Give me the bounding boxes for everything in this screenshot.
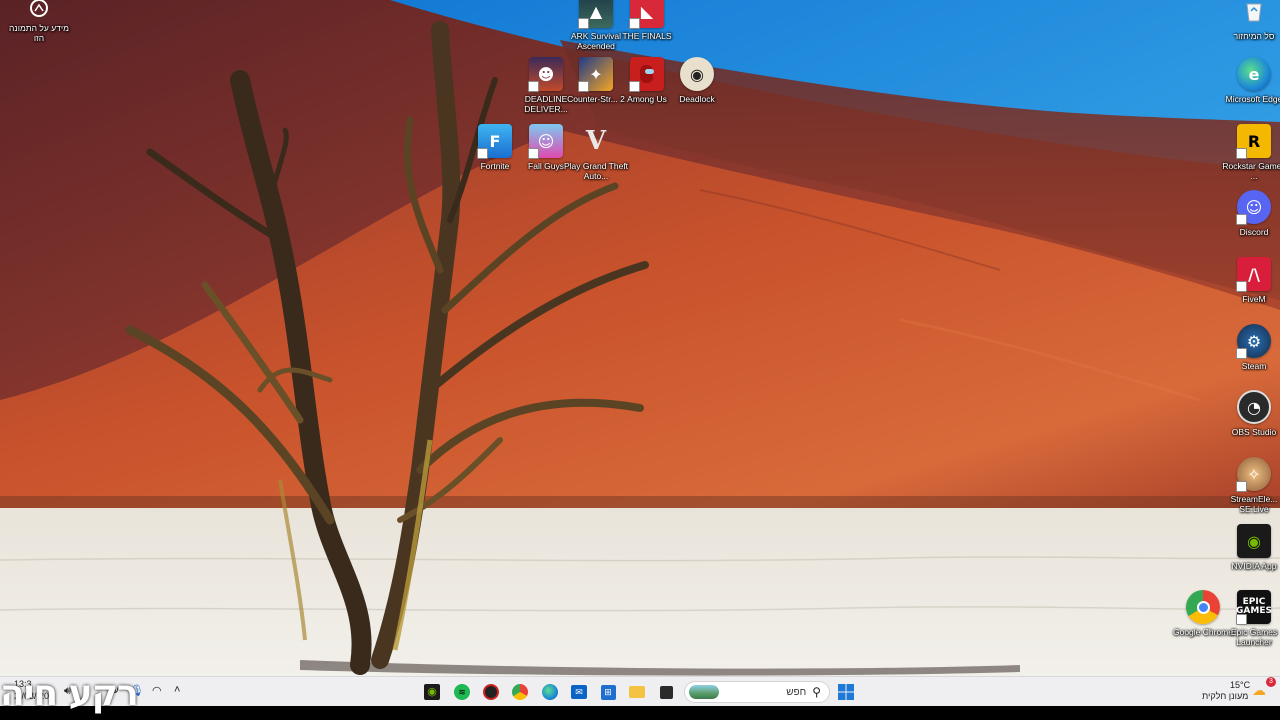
screen-bottom-edge xyxy=(0,706,1280,720)
desktop-icon-obs[interactable]: ◔ OBS Studio xyxy=(1219,390,1280,437)
chrome-icon[interactable] xyxy=(508,680,532,704)
epic-games-icon: EPIC GAMES xyxy=(1236,590,1272,625)
desktop-icon-recycle-bin[interactable]: סל המיחזור xyxy=(1219,0,1280,41)
file-explorer-icon[interactable] xyxy=(625,680,649,704)
nvidia-icon: ◉ xyxy=(1237,524,1271,558)
desktop-icon-label: Microsoft Edge xyxy=(1225,94,1280,104)
streamelements-icon: ✧ xyxy=(1236,457,1271,492)
search-highlight-image xyxy=(689,685,719,699)
desktop-icon-label: FiveM xyxy=(1242,294,1266,304)
network-icon[interactable]: ◠ xyxy=(152,684,162,697)
desktop-icon-steam[interactable]: ⚙ Steam xyxy=(1219,324,1280,371)
desktop-icon-label: NVIDIA App xyxy=(1231,561,1277,571)
desktop-icon-epic[interactable]: EPIC GAMES Epic Games Launcher xyxy=(1219,590,1280,647)
desktop-icon-deadlock[interactable]: ◉ Deadlock xyxy=(662,57,732,104)
chrome-icon xyxy=(1186,590,1220,624)
desktop-icon-the-finals[interactable]: ◣ THE FINALS xyxy=(612,0,682,41)
desktop-icon-label: THE FINALS xyxy=(622,31,672,41)
outlook-icon[interactable]: ✉ xyxy=(567,680,591,704)
the-finals-icon: ◣ xyxy=(629,0,664,29)
store-icon[interactable]: ⊞ xyxy=(596,680,620,704)
rockstar-icon: R xyxy=(1236,124,1271,159)
counter-strike-icon: ✦ xyxy=(578,57,613,92)
among-us-icon xyxy=(629,57,664,92)
weather-icon[interactable]: ☁︎ xyxy=(1252,682,1266,699)
desktop-icon-label: Steam xyxy=(1241,361,1267,371)
steam-icon: ⚙ xyxy=(1236,324,1271,359)
desktop-icon-fivem[interactable]: /\ FiveM xyxy=(1219,257,1280,304)
windows-start-icon[interactable] xyxy=(834,680,858,704)
gta-icon: V xyxy=(585,126,607,156)
desktop-icon-label: Deadlock xyxy=(679,94,715,104)
edge-icon: e xyxy=(1237,57,1271,91)
desktop-icon-about-picture[interactable]: מידע על התמונה הזו xyxy=(4,0,74,43)
terminal-icon[interactable] xyxy=(654,680,678,704)
discord-icon: ☺ xyxy=(1236,190,1271,225)
taskbar: 13:3 2 /03/ 202 🔊︎ עב 🎙︎ ◠ ˄ ◉ ≋ ✉ ⊞ ⚲ ח… xyxy=(0,676,1280,706)
desktop-icon-label: סל המיחזור xyxy=(1233,31,1275,41)
camera-icon xyxy=(26,0,52,20)
desktop-icon-label: Discord xyxy=(1239,227,1269,237)
weather-temp[interactable]: 15°C xyxy=(1230,680,1250,690)
deadline-delivery-icon: ☻ xyxy=(528,57,563,92)
desktop-wallpaper xyxy=(0,0,1280,720)
desktop-icon-nvidia-app[interactable]: ◉ NVIDIA App xyxy=(1219,524,1280,571)
deadlock-icon: ◉ xyxy=(680,57,714,91)
app-icon[interactable] xyxy=(479,680,503,704)
search-box[interactable]: ⚲ חפש xyxy=(684,681,830,703)
recycle-bin-icon xyxy=(1237,0,1271,28)
fortnite-icon: F xyxy=(477,124,512,159)
weather-description[interactable]: מעונן חלקית xyxy=(1202,691,1248,701)
search-icon: ⚲ xyxy=(812,685,821,699)
spotify-icon[interactable]: ≋ xyxy=(450,680,474,704)
desktop-icon-label: Epic Games Launcher xyxy=(1230,627,1278,647)
desktop-icon-edge[interactable]: e Microsoft Edge xyxy=(1219,57,1280,104)
chevron-up-icon[interactable]: ˄ xyxy=(174,684,180,696)
search-placeholder: חפש xyxy=(786,686,807,698)
desktop-icon-label: Rockstar Games ... xyxy=(1222,161,1280,181)
fivem-icon: /\ xyxy=(1236,257,1271,292)
desktop-icon-label: OBS Studio xyxy=(1231,427,1277,437)
notification-badge: 3 xyxy=(1266,677,1276,687)
desktop-icon-label: StreamEle... SE.Live xyxy=(1230,494,1278,514)
desktop-icon-gta[interactable]: V Play Grand Theft Auto... xyxy=(561,124,631,181)
desktop-icon-streamelements[interactable]: ✧ StreamEle... SE.Live xyxy=(1219,457,1280,514)
edge-icon[interactable] xyxy=(538,680,562,704)
wallpaper-image xyxy=(0,0,1280,708)
desktop-icon-label: Play Grand Theft Auto... xyxy=(563,161,629,181)
obs-icon: ◔ xyxy=(1237,390,1271,424)
overlay-label: רקע חיה xyxy=(0,673,139,714)
desktop-icon-label: מידע על התמונה הזו xyxy=(9,23,69,43)
desktop-icon-rockstar[interactable]: R Rockstar Games ... xyxy=(1219,124,1280,181)
fall-guys-icon: ☺ xyxy=(528,124,563,159)
desktop-icon-discord[interactable]: ☺ Discord xyxy=(1219,190,1280,237)
nvidia-icon[interactable]: ◉ xyxy=(420,680,444,704)
ark-icon: ▲ xyxy=(578,0,613,29)
